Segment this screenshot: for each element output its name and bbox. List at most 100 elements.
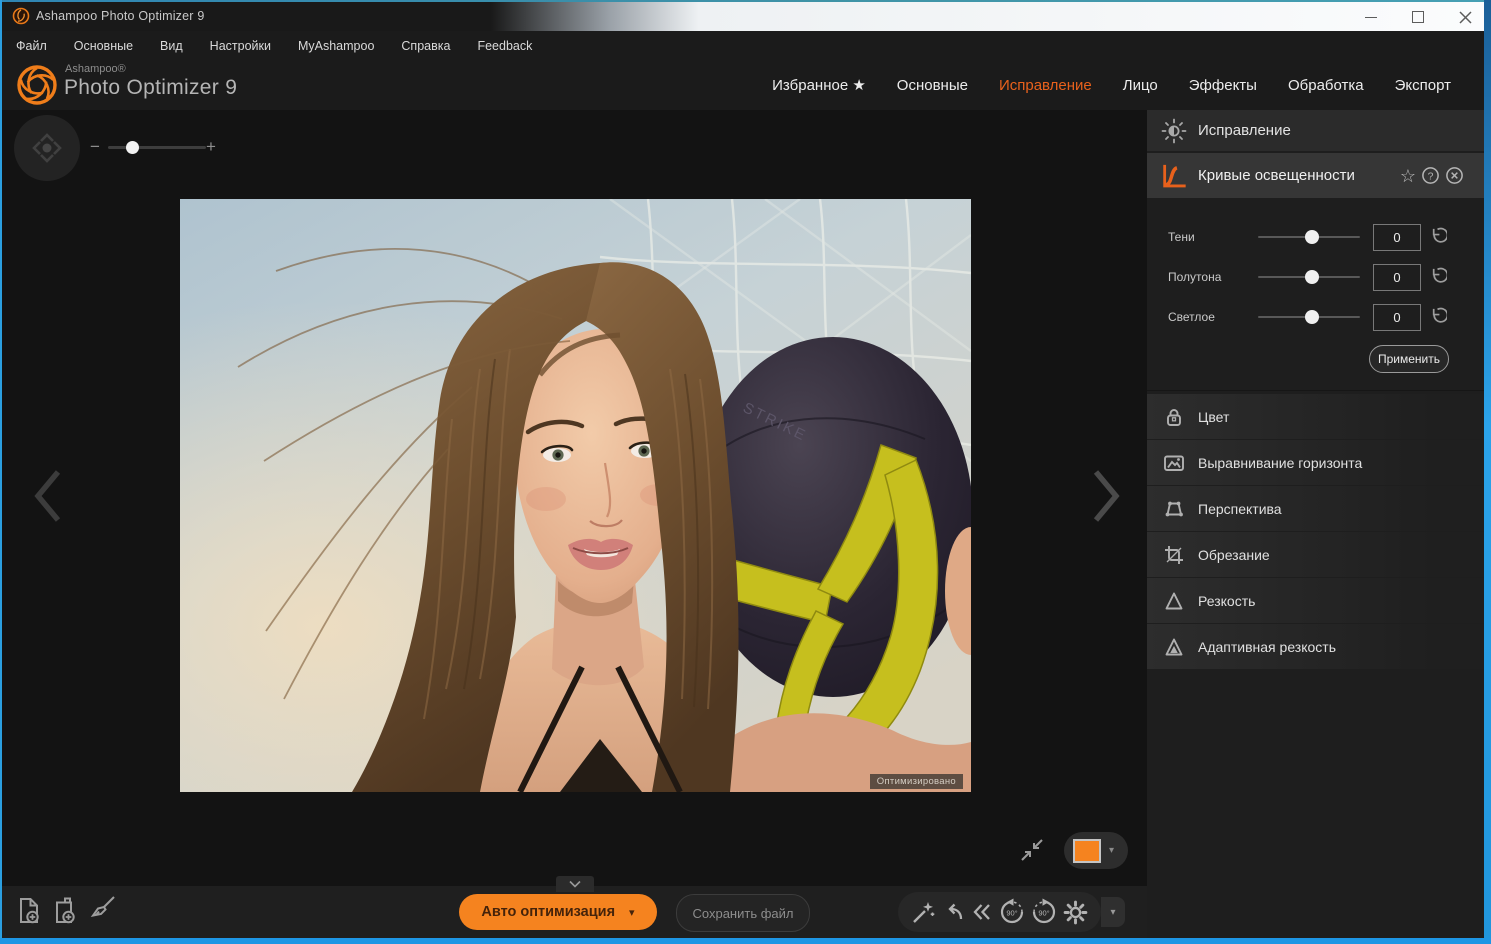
close-tool-icon[interactable] [1445, 166, 1464, 185]
brightness-sun-icon [1161, 118, 1187, 143]
header: Ashampoo® Photo Optimizer 9 Избранное ★ … [2, 60, 1484, 110]
menu-item-feedback[interactable]: Feedback [477, 39, 532, 53]
midtones-value-input[interactable]: 0 [1373, 263, 1421, 291]
photo-image: STRIKE [180, 199, 997, 794]
clean-list-button[interactable] [88, 894, 118, 926]
shadows-value-input[interactable]: 0 [1373, 223, 1421, 251]
previous-image-button[interactable] [30, 468, 64, 524]
highlights-slider-row: Светлое 0 [1147, 303, 1484, 331]
tool-item-color[interactable]: Цвет [1147, 394, 1484, 439]
svg-text:90°: 90° [1006, 909, 1017, 918]
tool-item-perspective[interactable]: Перспектива [1147, 486, 1484, 531]
tool-item-sharpness[interactable]: Резкость [1147, 578, 1484, 623]
correction-panel: Исправление Кривые освещенности ☆ ? Тени… [1147, 110, 1484, 938]
horizon-level-icon [1161, 451, 1187, 475]
rotate-left-button[interactable]: 90° [997, 897, 1027, 927]
midtones-slider-row: Полутона 0 [1147, 263, 1484, 291]
shadows-slider-thumb[interactable] [1305, 230, 1319, 244]
maximize-button[interactable] [1405, 6, 1431, 28]
undo-all-icon[interactable] [969, 899, 995, 925]
highlights-slider-thumb[interactable] [1305, 310, 1319, 324]
window-title: Ashampoo Photo Optimizer 9 [36, 9, 205, 23]
tool-item-adaptive-sharpness[interactable]: Адаптивная резкость [1147, 624, 1484, 669]
menu-item-file[interactable]: Файл [16, 39, 47, 53]
window-border-top [0, 0, 1491, 2]
midtones-slider[interactable] [1258, 270, 1360, 284]
zoom-slider[interactable] [108, 146, 206, 149]
minimize-icon [1365, 16, 1377, 18]
chevron-down-icon[interactable]: ▾ [629, 906, 635, 919]
tab-basics[interactable]: Основные [897, 77, 968, 94]
zoom-out-button[interactable]: − [90, 137, 100, 157]
menu-item-settings[interactable]: Настройки [210, 39, 271, 53]
close-button[interactable] [1452, 6, 1478, 28]
zoom-slider-thumb[interactable] [126, 141, 139, 154]
maximize-icon [1412, 11, 1424, 23]
fit-view-icon[interactable] [1018, 836, 1046, 864]
tab-correction[interactable]: Исправление [999, 77, 1092, 94]
menu-item-myashampoo[interactable]: MyAshampoo [298, 39, 374, 53]
panel-section-title: Исправление [1198, 122, 1291, 139]
tab-effects[interactable]: Эффекты [1189, 77, 1257, 94]
active-tool-header[interactable]: Кривые освещенности ☆ ? [1147, 153, 1484, 198]
light-curves-icon [1163, 164, 1186, 187]
close-icon [1458, 10, 1472, 24]
menu-item-view[interactable]: Вид [160, 39, 183, 53]
add-folder-button[interactable] [52, 896, 80, 926]
help-icon[interactable]: ? [1421, 166, 1440, 185]
minimize-button[interactable] [1358, 6, 1384, 28]
favorite-star-icon[interactable]: ☆ [1400, 167, 1416, 185]
window-border-left [0, 0, 2, 944]
magic-wand-icon[interactable] [910, 898, 938, 926]
svg-text:?: ? [1428, 171, 1434, 182]
shadows-label: Тени [1168, 230, 1195, 244]
tab-face[interactable]: Лицо [1123, 77, 1158, 94]
tool-item-horizon[interactable]: Выравнивание горизонта [1147, 440, 1484, 485]
menu-item-help[interactable]: Справка [401, 39, 450, 53]
title-bar: Ashampoo Photo Optimizer 9 [2, 2, 1484, 31]
tab-processing[interactable]: Обработка [1288, 77, 1364, 94]
midtones-slider-thumb[interactable] [1305, 270, 1319, 284]
app-icon [12, 7, 30, 25]
undo-icon[interactable] [941, 899, 967, 925]
reset-icon[interactable] [1428, 266, 1447, 285]
photo-preview[interactable]: STRIKE Оптимизировано [180, 199, 997, 794]
crop-icon [1161, 543, 1187, 567]
filmstrip-collapse-handle[interactable] [556, 876, 594, 892]
auto-optimize-button[interactable]: Авто оптимизация ▾ [459, 894, 657, 930]
brand-company: Ashampoo® [65, 63, 126, 75]
apply-button[interactable]: Применить [1369, 345, 1449, 373]
reset-icon[interactable] [1428, 306, 1447, 325]
app-window: Ashampoo Photo Optimizer 9 Файл Основные… [0, 0, 1491, 944]
menu-bar: Файл Основные Вид Настройки MyAshampoo С… [2, 31, 1484, 60]
zoom-in-button[interactable]: + [206, 137, 216, 157]
pan-arrows-icon [32, 133, 62, 163]
optimized-badge: Оптимизировано [869, 774, 963, 789]
highlights-slider[interactable] [1258, 310, 1360, 324]
app-logo-icon [17, 65, 57, 105]
panel-divider [1147, 390, 1484, 391]
highlights-value-input[interactable]: 0 [1373, 303, 1421, 331]
pan-dial[interactable] [14, 115, 80, 181]
menu-item-basics[interactable]: Основные [74, 39, 133, 53]
reset-icon[interactable] [1428, 226, 1447, 245]
next-image-button[interactable] [1090, 468, 1124, 524]
chevron-down-icon[interactable]: ▾ [1109, 845, 1114, 856]
shadows-slider[interactable] [1258, 230, 1360, 244]
perspective-icon [1161, 497, 1187, 521]
tab-favorites[interactable]: Избранное ★ [772, 76, 866, 94]
save-file-button[interactable]: Сохранить файл [676, 894, 810, 932]
rotate-right-button[interactable]: 90° [1029, 897, 1059, 927]
tool-item-crop[interactable]: Обрезание [1147, 532, 1484, 577]
adaptive-sharpness-icon [1161, 635, 1187, 659]
tab-export[interactable]: Экспорт [1395, 77, 1451, 94]
compare-view-toggle[interactable]: ▾ [1064, 832, 1128, 869]
single-view-icon [1073, 838, 1101, 863]
main-nav: Избранное ★ Основные Исправление Лицо Эф… [772, 60, 1451, 110]
add-file-button[interactable] [16, 896, 44, 926]
svg-text:90°: 90° [1039, 909, 1050, 918]
chevron-down-icon [569, 880, 581, 888]
tools-dropdown-button[interactable]: ▾ [1101, 897, 1125, 927]
color-icon [1161, 405, 1187, 429]
settings-gear-icon[interactable] [1062, 899, 1089, 926]
